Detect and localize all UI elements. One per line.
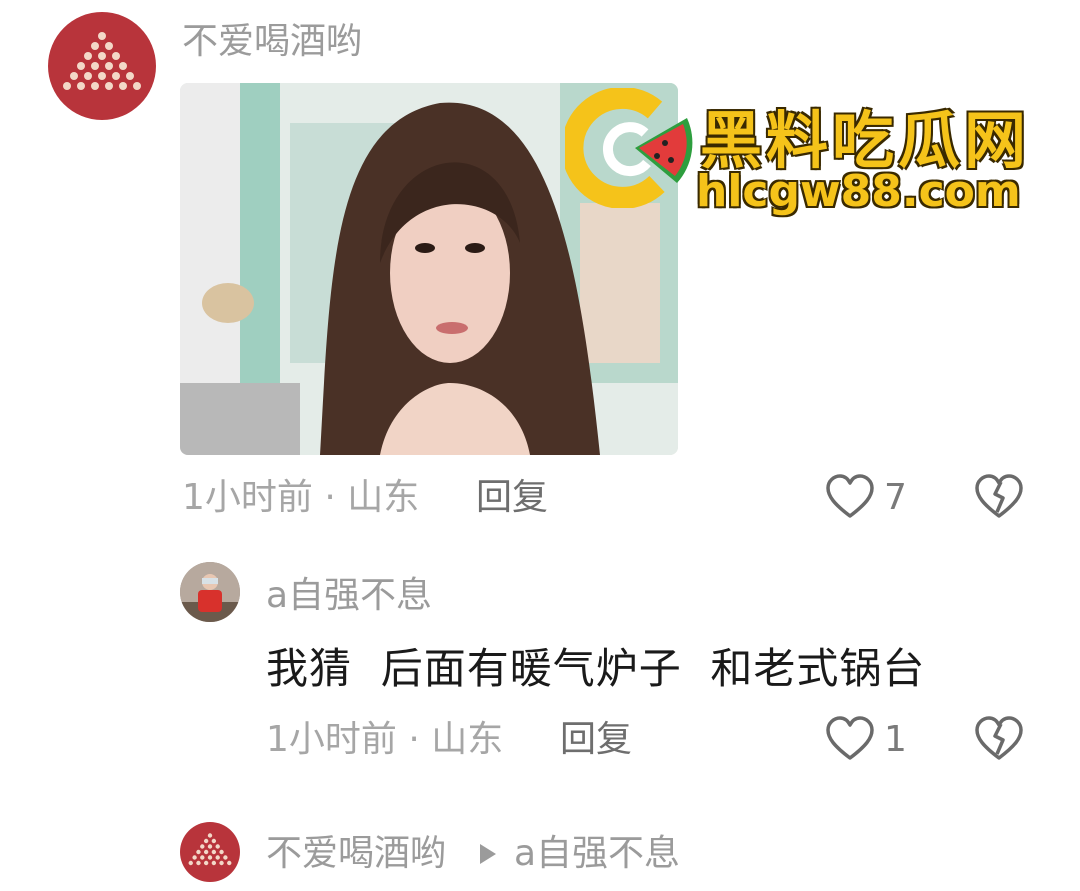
- avatar-pattern-icon: [188, 833, 232, 866]
- watermark-logo-icon: [561, 86, 693, 209]
- reply-to-username[interactable]: a自强不息: [514, 836, 680, 872]
- heart-outline-icon: [826, 474, 874, 518]
- heart-outline-icon: [826, 716, 874, 760]
- play-triangle-icon: [480, 844, 496, 864]
- like-button[interactable]: 7: [826, 472, 916, 522]
- avatar-pattern-icon: [63, 32, 141, 90]
- comment-username[interactable]: a自强不息: [266, 578, 432, 614]
- user-avatar[interactable]: [48, 12, 156, 120]
- like-count: 1: [884, 719, 907, 760]
- user-avatar[interactable]: [180, 822, 240, 882]
- comment-username[interactable]: 不爱喝酒哟: [266, 836, 446, 872]
- reply-button[interactable]: 回复: [476, 480, 548, 516]
- like-button[interactable]: 1: [826, 714, 916, 764]
- watermark-url: hlcgw88.com: [696, 166, 1021, 217]
- comment-text: 我猜 后面有暖气炉子 和老式锅台: [266, 644, 926, 693]
- comment-time-location: 1小时前 · 山东: [182, 477, 420, 518]
- dislike-button[interactable]: [974, 474, 1024, 522]
- avatar-photo-icon: [180, 562, 240, 622]
- dislike-button[interactable]: [974, 716, 1024, 764]
- broken-heart-icon: [975, 716, 1023, 760]
- like-count: 7: [884, 477, 907, 518]
- broken-heart-icon: [975, 474, 1023, 518]
- user-avatar[interactable]: [180, 562, 240, 622]
- comment-username[interactable]: 不爱喝酒哟: [182, 24, 362, 60]
- comment-time-location: 1小时前 · 山东: [266, 719, 504, 760]
- reply-button[interactable]: 回复: [560, 722, 632, 758]
- watermark-logo: [561, 86, 695, 209]
